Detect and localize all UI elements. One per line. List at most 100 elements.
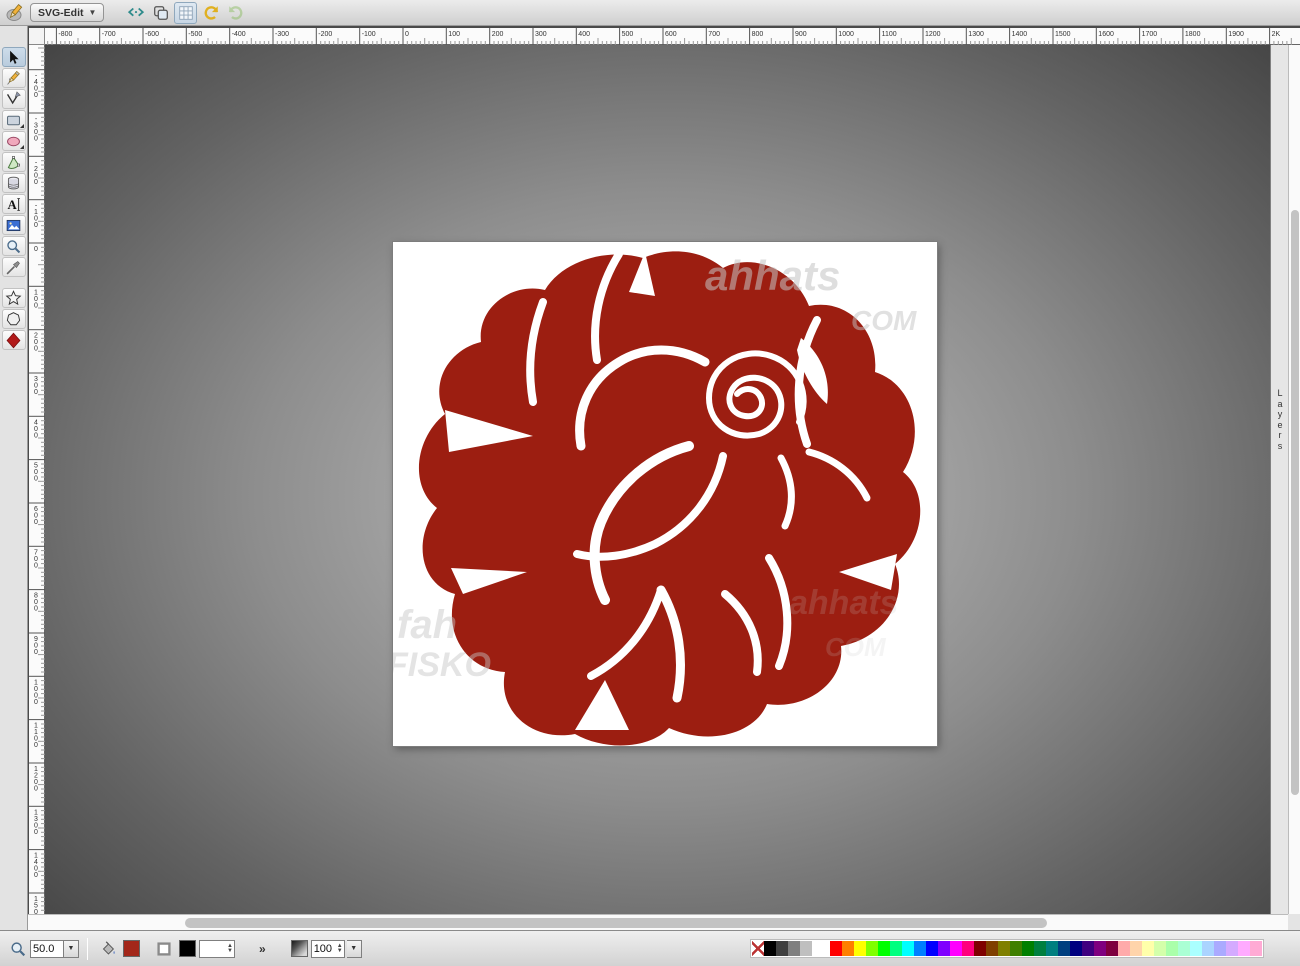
- palette-color-00ffff[interactable]: [902, 941, 914, 956]
- svg-text:COM: COM: [825, 632, 887, 662]
- layers-panel-collapsed[interactable]: Layers: [1270, 45, 1288, 914]
- palette-color-ffffff[interactable]: [812, 941, 824, 956]
- palette-color-d4aaff[interactable]: [1226, 941, 1238, 956]
- palette-color-ffff00[interactable]: [854, 941, 866, 956]
- svg-text:ahhats: ahhats: [705, 252, 840, 299]
- palette-color-7f003f[interactable]: [1106, 941, 1118, 956]
- more-options-button[interactable]: »: [249, 942, 275, 956]
- palette-color-000000[interactable]: [764, 941, 776, 956]
- tool-path[interactable]: [2, 152, 26, 172]
- palette-color-7f3f00[interactable]: [986, 941, 998, 956]
- horizontal-scrollbar[interactable]: [28, 914, 1288, 930]
- palette-color-7f7f7f[interactable]: [788, 941, 800, 956]
- palette-color-007f7f[interactable]: [1046, 941, 1058, 956]
- vertical-scrollbar[interactable]: [1288, 45, 1300, 914]
- svg-text:1800: 1800: [1185, 31, 1201, 38]
- svg-drawing-page[interactable]: ahhats COM fah FISKO ahhats COM: [393, 242, 937, 746]
- stroke-width-spinner[interactable]: ▲▼: [227, 944, 233, 954]
- palette-color-7f7f00[interactable]: [998, 941, 1010, 956]
- tool-image[interactable]: [2, 215, 26, 235]
- palette-color-ff0000[interactable]: [830, 941, 842, 956]
- svg-text:-600: -600: [145, 31, 159, 38]
- tool-shape-library[interactable]: [2, 173, 26, 193]
- doc-props-icon: [152, 4, 170, 22]
- palette-color-7f007f[interactable]: [1094, 941, 1106, 956]
- edit-source-button[interactable]: [124, 2, 147, 24]
- svg-text:ahhats: ahhats: [789, 584, 899, 622]
- svg-text:100: 100: [448, 31, 460, 38]
- tool-diamond[interactable]: [2, 330, 26, 350]
- tool-eyedropper[interactable]: [2, 257, 26, 277]
- ruler-corner-box: [29, 28, 45, 45]
- palette-color-ffaaaa[interactable]: [1118, 941, 1130, 956]
- palette-color-ff00ff[interactable]: [950, 941, 962, 956]
- zoom-level-input[interactable]: [30, 940, 64, 958]
- svg-text:0: 0: [34, 179, 38, 186]
- palette-color-aaaaff[interactable]: [1214, 941, 1226, 956]
- svg-text:-100: -100: [362, 31, 376, 38]
- svg-text:0: 0: [34, 476, 38, 483]
- palette-color-7f0000[interactable]: [974, 941, 986, 956]
- palette-color-003f7f[interactable]: [1058, 941, 1070, 956]
- document-properties-button[interactable]: [149, 2, 172, 24]
- tool-select[interactable]: [2, 47, 26, 67]
- palette-color-aad4ff[interactable]: [1202, 941, 1214, 956]
- svg-text:1000: 1000: [838, 31, 854, 38]
- palette-color-ff7f00[interactable]: [842, 941, 854, 956]
- svg-text:fah: fah: [397, 603, 457, 647]
- opacity-gradient-icon: [291, 940, 308, 957]
- palette-color-bfbfbf[interactable]: [800, 941, 812, 956]
- palette-color-ffaad4[interactable]: [1250, 941, 1262, 956]
- palette-color-3f7f00[interactable]: [1010, 941, 1022, 956]
- palette-color-007fff[interactable]: [914, 941, 926, 956]
- view-grid-button[interactable]: [174, 2, 197, 24]
- svg-text:1600: 1600: [1098, 31, 1114, 38]
- palette-color-aaffaa[interactable]: [1166, 941, 1178, 956]
- palette-color-00007f[interactable]: [1070, 941, 1082, 956]
- palette-color-none[interactable]: [752, 941, 764, 956]
- polygon-icon: [5, 311, 22, 328]
- svg-text:0: 0: [34, 92, 38, 99]
- palette-color-aaffd4[interactable]: [1178, 941, 1190, 956]
- line-icon: [5, 91, 22, 108]
- palette-color-ffffaa[interactable]: [1142, 941, 1154, 956]
- palette-color-ff007f[interactable]: [962, 941, 974, 956]
- palette-color-00ff7f[interactable]: [890, 941, 902, 956]
- tool-star[interactable]: [2, 288, 26, 308]
- tool-zoom[interactable]: [2, 236, 26, 256]
- palette-color-3f007f[interactable]: [1082, 941, 1094, 956]
- palette-color-ffaaff[interactable]: [1238, 941, 1250, 956]
- palette-color-7f00ff[interactable]: [938, 941, 950, 956]
- palette-color-aaffff[interactable]: [1190, 941, 1202, 956]
- palette-color-007f00[interactable]: [1022, 941, 1034, 956]
- palette-color-ffd4aa[interactable]: [1130, 941, 1142, 956]
- palette-color-d4ffaa[interactable]: [1154, 941, 1166, 956]
- tool-ellipse[interactable]: [2, 131, 26, 151]
- path-icon: [5, 154, 22, 171]
- bottom-toolbar: ▼ ▲▼ » ▲▼ ▼: [0, 930, 1300, 966]
- tool-text[interactable]: A: [2, 194, 26, 214]
- redo-button: [224, 2, 247, 24]
- tool-pencil[interactable]: [2, 68, 26, 88]
- opacity-spinner[interactable]: ▲▼: [337, 944, 343, 954]
- tool-polygon[interactable]: [2, 309, 26, 329]
- fill-color-swatch[interactable]: [123, 940, 140, 957]
- svg-text:0: 0: [34, 222, 38, 229]
- stroke-color-swatch[interactable]: [179, 940, 196, 957]
- tool-rectangle[interactable]: [2, 110, 26, 130]
- main-menu-button[interactable]: SVG-Edit ▼: [30, 3, 104, 22]
- palette-color-3f3f3f[interactable]: [776, 941, 788, 956]
- palette-color-7fff00[interactable]: [866, 941, 878, 956]
- palette-color-00ff00[interactable]: [878, 941, 890, 956]
- svg-edit-window: SVG-Edit ▼ -800-700-600-500-400-300-200-…: [0, 0, 1300, 966]
- undo-button[interactable]: [199, 2, 222, 24]
- svg-text:1100: 1100: [882, 31, 897, 38]
- vertical-scrollbar-thumb[interactable]: [1291, 210, 1299, 795]
- palette-color-0000ff[interactable]: [926, 941, 938, 956]
- horizontal-scrollbar-thumb[interactable]: [185, 918, 1047, 928]
- zoom-dropdown-button[interactable]: ▼: [64, 940, 79, 958]
- opacity-dropdown-button[interactable]: ▼: [347, 940, 362, 958]
- canvas-workspace[interactable]: ahhats COM fah FISKO ahhats COM: [45, 45, 1270, 914]
- palette-color-007f3f[interactable]: [1034, 941, 1046, 956]
- tool-line[interactable]: [2, 89, 26, 109]
